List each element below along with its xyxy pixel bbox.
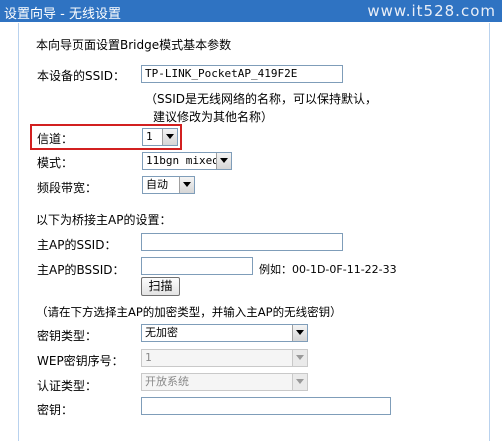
chevron-down-icon bbox=[292, 350, 307, 366]
mode-label: 模式： bbox=[37, 156, 74, 170]
key-type-label: 密钥类型： bbox=[37, 329, 98, 343]
ssid-input[interactable]: TP-LINK_PocketAP_419F2E bbox=[141, 65, 343, 83]
channel-value: 1 bbox=[146, 130, 153, 143]
chevron-down-icon bbox=[216, 153, 231, 169]
bandwidth-value: 自动 bbox=[146, 178, 168, 191]
page-title: 设置向导 - 无线设置 bbox=[4, 7, 121, 22]
key-type-value: 无加密 bbox=[145, 326, 178, 339]
chevron-down-icon bbox=[179, 177, 194, 193]
mode-select[interactable]: 11bgn mixed bbox=[142, 152, 232, 170]
channel-select[interactable]: 1 bbox=[142, 128, 178, 146]
bandwidth-label: 频段带宽： bbox=[37, 181, 98, 195]
intro-text: 本向导页面设置Bridge模式基本参数 bbox=[36, 38, 232, 52]
bridge-heading: 以下为桥接主AP的设置： bbox=[36, 213, 172, 227]
chevron-down-icon bbox=[162, 129, 177, 145]
key-input[interactable] bbox=[141, 397, 391, 415]
chevron-down-icon bbox=[292, 374, 307, 390]
scan-button[interactable]: 扫描 bbox=[141, 277, 180, 296]
auth-type-label: 认证类型： bbox=[37, 379, 98, 393]
wep-index-select[interactable]: 1 bbox=[141, 349, 308, 367]
bridge-ssid-label: 主AP的SSID： bbox=[37, 238, 117, 252]
channel-label: 信道： bbox=[37, 132, 74, 146]
ssid-note-line2: 建议修改为其他名称） bbox=[153, 110, 274, 124]
watermark: www.it528.com bbox=[367, 2, 496, 20]
ssid-label: 本设备的SSID： bbox=[37, 69, 126, 83]
bridge-bssid-input[interactable] bbox=[141, 257, 253, 275]
key-label: 密钥： bbox=[37, 403, 74, 417]
bssid-example: 例如：00-1D-0F-11-22-33 bbox=[259, 263, 397, 276]
auth-type-select[interactable]: 开放系统 bbox=[141, 373, 308, 391]
wep-index-label: WEP密钥序号： bbox=[37, 354, 124, 368]
chevron-down-icon bbox=[292, 325, 307, 341]
security-note: （请在下方选择主AP的加密类型，并输入主AP的无线密钥） bbox=[36, 305, 342, 319]
mode-value: 11bgn mixed bbox=[146, 154, 219, 167]
key-type-select[interactable]: 无加密 bbox=[141, 324, 308, 342]
title-bar: 设置向导 - 无线设置 www.it528.com bbox=[0, 0, 502, 22]
bandwidth-select[interactable]: 自动 bbox=[142, 176, 195, 194]
wep-index-value: 1 bbox=[145, 351, 152, 364]
ssid-note-line1: （SSID是无线网络的名称，可以保持默认， bbox=[145, 92, 378, 106]
bridge-ssid-input[interactable] bbox=[141, 233, 343, 251]
bridge-bssid-label: 主AP的BSSID： bbox=[37, 263, 125, 277]
auth-type-value: 开放系统 bbox=[145, 375, 189, 388]
